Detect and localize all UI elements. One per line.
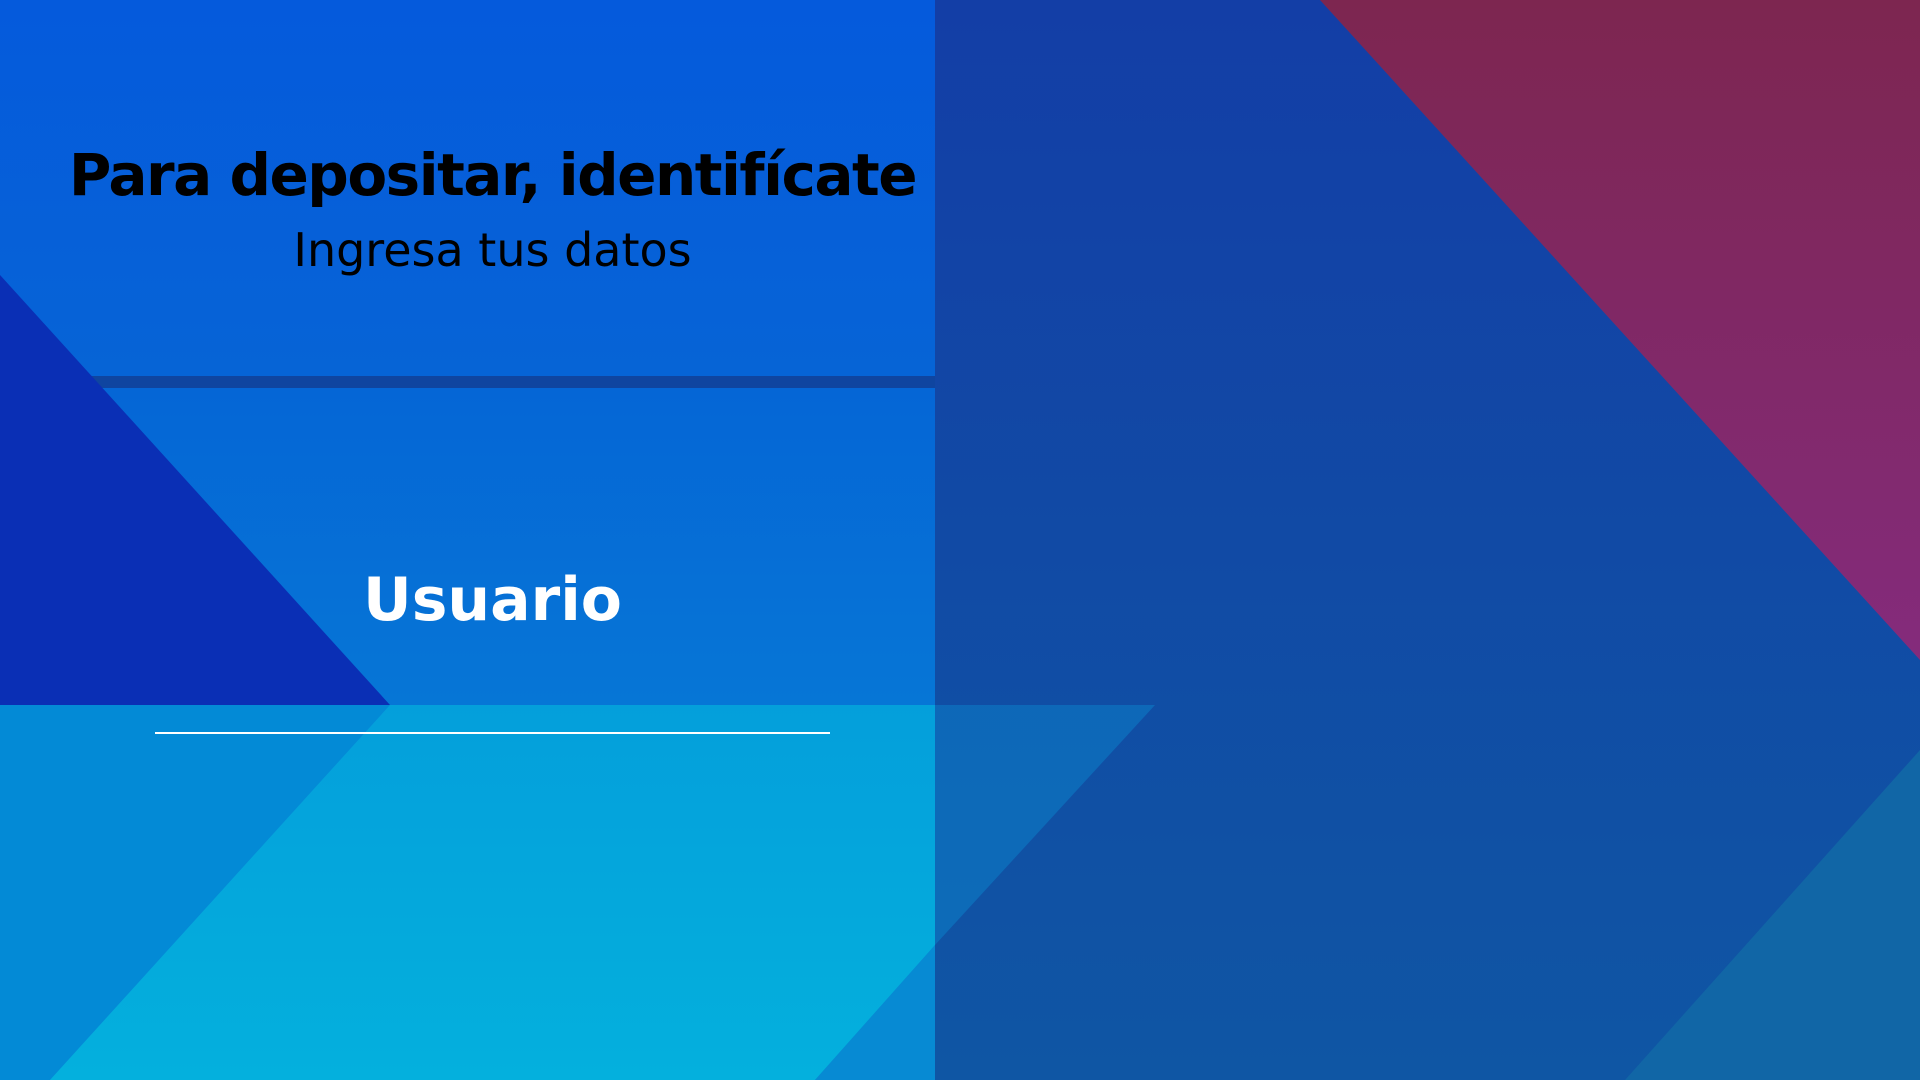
username-input[interactable] bbox=[155, 680, 830, 734]
page-subtitle: Ingresa tus datos bbox=[293, 223, 692, 277]
username-label: Usuario bbox=[362, 565, 622, 635]
login-screen: Para depositar, identifícate Ingresa tus… bbox=[0, 0, 1920, 1080]
page-title: Para depositar, identifícate bbox=[68, 141, 918, 209]
divider-bar bbox=[0, 376, 935, 388]
